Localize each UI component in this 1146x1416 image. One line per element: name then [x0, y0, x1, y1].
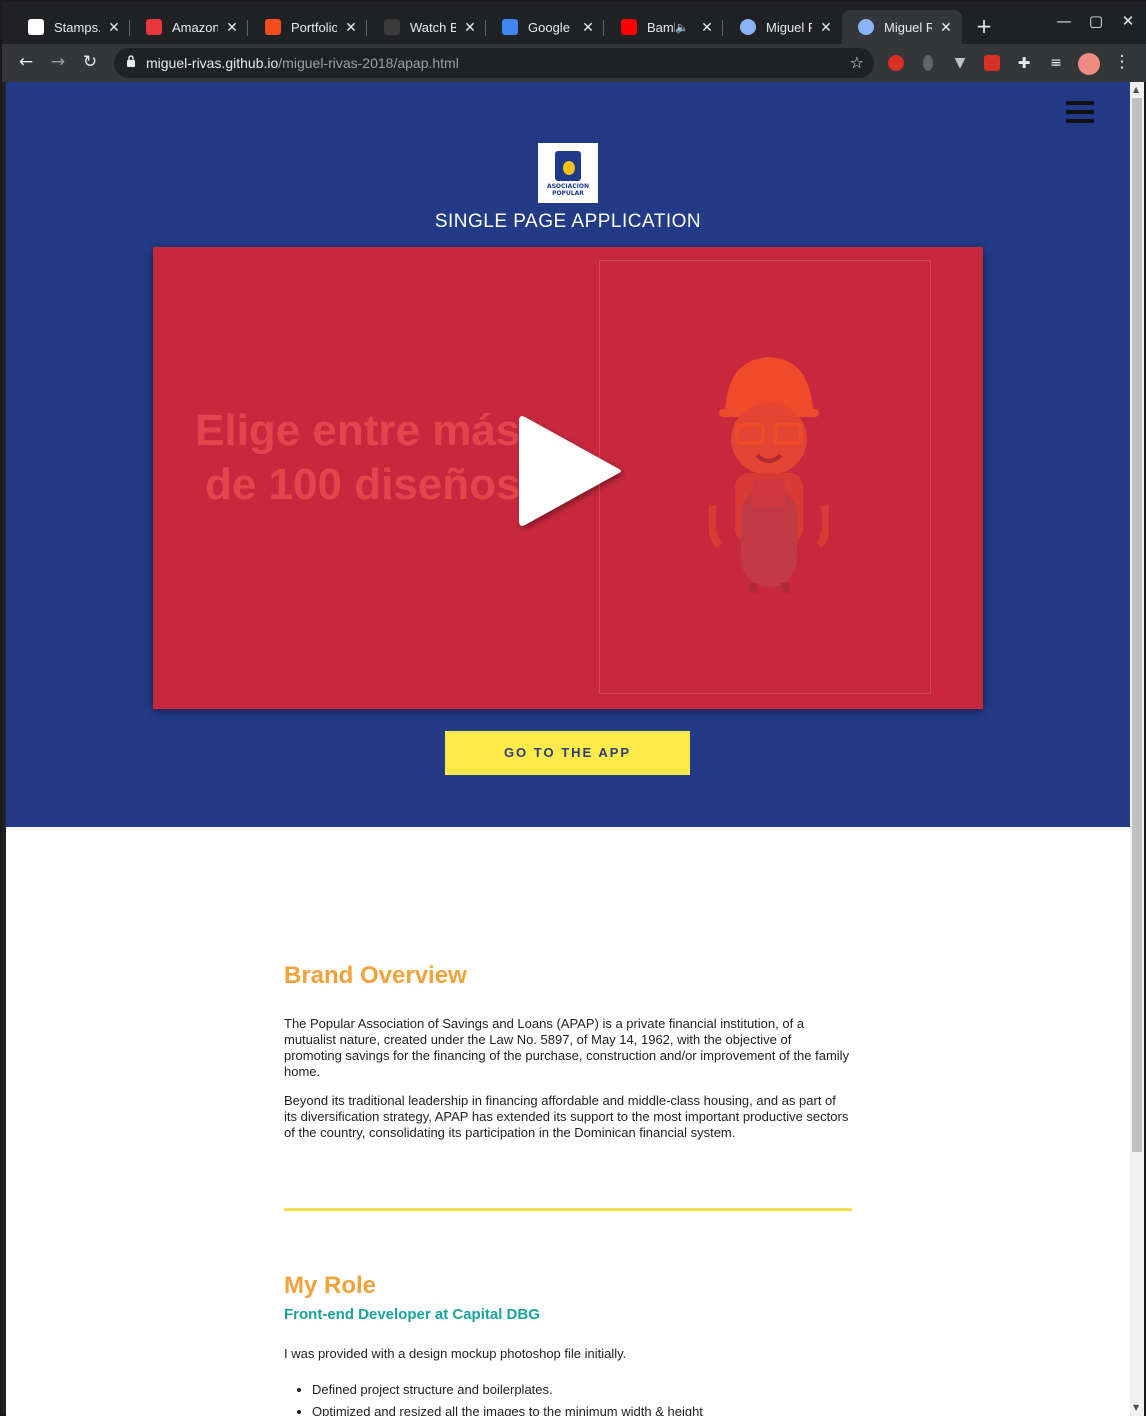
my-role-subtitle: Front-end Developer at Capital DBG	[284, 1306, 540, 1323]
stamps-favicon-icon	[28, 19, 44, 35]
amazon-favicon-icon	[146, 19, 162, 35]
tab-title: Amazon I	[172, 19, 218, 35]
menu-kebab-icon[interactable]: ⋮	[1112, 52, 1132, 72]
logo-wordmark: ASOCIACION POPULAR	[546, 183, 590, 197]
video-player[interactable]: Elige entre más de 100 diseños	[153, 247, 983, 709]
tab-bamb[interactable]: Bamb 🔈 ✕	[605, 10, 723, 44]
scroll-down-icon[interactable]: ▼	[1133, 1404, 1141, 1412]
url-text: miguel-rivas.github.io/miguel-rivas-2018…	[146, 55, 459, 71]
extensions-puzzle-icon[interactable]: ✚	[1016, 55, 1032, 71]
brand-overview-paragraph-1: The Popular Association of Savings and L…	[284, 1016, 850, 1079]
address-bar[interactable]: miguel-rivas.github.io/miguel-rivas-2018…	[114, 48, 874, 78]
tab-miguel-1[interactable]: Miguel R ✕	[724, 10, 842, 44]
close-tab-icon[interactable]: ✕	[818, 19, 834, 36]
tab-amazon[interactable]: Amazon I ✕	[130, 10, 248, 44]
media-control-icon[interactable]: ≡	[1048, 55, 1064, 71]
tab-strip: Stamps.c ✕ Amazon I ✕ Portfolio ✕ Watch …	[2, 2, 1146, 44]
tab-title: Stamps.c	[54, 19, 100, 35]
tab-title: Bamb	[647, 19, 675, 35]
vertical-scrollbar[interactable]: ▲ ▼	[1130, 82, 1144, 1416]
close-window-icon[interactable]: ✕	[1118, 12, 1138, 30]
tab-watch[interactable]: Watch Bi ✕	[368, 10, 486, 44]
close-tab-icon[interactable]: ✕	[699, 19, 715, 36]
list-item: Optimized and resized all the images to …	[312, 1401, 852, 1416]
video-text-line1: Elige entre más	[195, 406, 521, 455]
tab-title: Watch Bi	[410, 19, 456, 35]
tab-title: Google C	[528, 19, 574, 35]
section-divider	[284, 1208, 852, 1211]
lock-icon	[127, 55, 135, 67]
video-text-line2: de 100 diseños	[205, 460, 521, 509]
close-tab-icon[interactable]: ✕	[580, 19, 596, 36]
tab-stamps[interactable]: Stamps.c ✕	[12, 10, 130, 44]
bookmark-star-icon[interactable]: ☆	[850, 53, 864, 72]
url-path: /miguel-rivas-2018/apap.html	[278, 55, 459, 71]
scroll-up-icon[interactable]: ▲	[1133, 86, 1141, 94]
globe-favicon-icon	[858, 19, 874, 35]
maximize-icon[interactable]: ▢	[1086, 12, 1106, 30]
tab-separator	[247, 20, 248, 36]
minimize-icon[interactable]: —	[1054, 12, 1074, 30]
reload-icon[interactable]: ↻	[80, 52, 100, 72]
hero-section: ASOCIACION POPULAR SINGLE PAGE APPLICATI…	[6, 82, 1130, 827]
page-title: SINGLE PAGE APPLICATION	[434, 211, 702, 232]
tab-portfolio[interactable]: Portfolio ✕	[249, 10, 367, 44]
my-role-intro: I was provided with a design mockup phot…	[284, 1346, 627, 1361]
my-role-list: Defined project structure and boilerplat…	[312, 1379, 852, 1416]
hamburger-menu-icon[interactable]	[1066, 101, 1094, 123]
close-tab-icon[interactable]: ✕	[938, 19, 954, 36]
url-host: miguel-rivas.github.io	[146, 55, 279, 71]
video-overlay-text: Elige entre más de 100 diseños	[195, 404, 520, 512]
extension-stop-icon[interactable]	[888, 55, 904, 71]
tab-miguel-active[interactable]: Miguel R ✕	[842, 10, 962, 44]
apap-logo: ASOCIACION POPULAR	[538, 143, 598, 203]
brand-overview-paragraph-2: Beyond its traditional leadership in fin…	[284, 1093, 849, 1140]
youtube-favicon-icon	[621, 19, 637, 35]
page-viewport: ASOCIACION POPULAR SINGLE PAGE APPLICATI…	[6, 82, 1130, 1416]
play-icon[interactable]	[515, 411, 625, 531]
new-tab-button[interactable]: +	[974, 16, 994, 36]
back-icon[interactable]: ←	[16, 52, 36, 72]
scrollbar-thumb[interactable]	[1132, 98, 1142, 1152]
tab-separator	[722, 20, 723, 36]
tab-separator	[603, 20, 604, 36]
brand-overview-heading: Brand Overview	[284, 962, 467, 989]
close-tab-icon[interactable]: ✕	[106, 19, 122, 36]
tab-title: Portfolio	[291, 19, 337, 35]
browser-toolbar: ← → ↻ miguel-rivas.github.io/miguel-riva…	[2, 44, 1146, 82]
calendar-favicon-icon	[502, 19, 518, 35]
close-tab-icon[interactable]: ✕	[224, 19, 240, 36]
tumblr-favicon-icon	[384, 19, 400, 35]
my-role-heading: My Role	[284, 1272, 377, 1299]
list-item: Defined project structure and boilerplat…	[312, 1379, 852, 1401]
close-tab-icon[interactable]: ✕	[343, 19, 359, 36]
tab-title: Miguel R	[766, 19, 812, 35]
forward-icon[interactable]: →	[48, 52, 68, 72]
go-to-app-button[interactable]: GO TO THE APP	[445, 731, 690, 775]
tab-title: Miguel R	[884, 19, 932, 35]
extension-v-icon[interactable]: ▼	[952, 55, 968, 71]
globe-favicon-icon	[740, 19, 756, 35]
profile-avatar[interactable]	[1078, 53, 1100, 75]
speaker-icon[interactable]: 🔈	[675, 21, 689, 34]
close-tab-icon[interactable]: ✕	[462, 19, 478, 36]
mascot-illustration	[709, 357, 829, 593]
extension-red-icon[interactable]	[984, 55, 1000, 71]
apap-logo-mark	[555, 151, 581, 181]
tab-separator	[366, 20, 367, 36]
browser-window: Stamps.c ✕ Amazon I ✕ Portfolio ✕ Watch …	[0, 0, 1146, 1416]
extension-drop-icon[interactable]	[923, 55, 933, 71]
tab-google-calendar[interactable]: Google C ✕	[486, 10, 604, 44]
figma-favicon-icon	[265, 19, 281, 35]
